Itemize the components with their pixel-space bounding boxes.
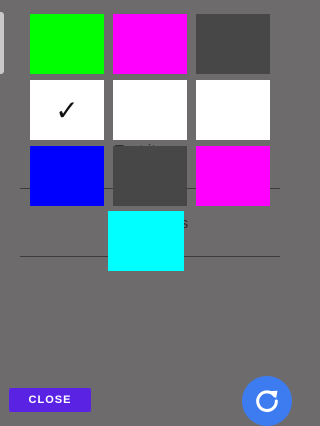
color-swatch-dark-gray[interactable] (113, 146, 187, 206)
refresh-button[interactable] (242, 376, 292, 426)
side-panel-handle[interactable] (0, 12, 4, 74)
color-swatch-cyan[interactable] (108, 211, 184, 271)
refresh-icon (256, 390, 278, 413)
color-swatch-blue[interactable] (30, 146, 104, 206)
close-button[interactable]: CLOSE (9, 388, 91, 412)
color-swatch-magenta[interactable] (113, 14, 187, 74)
color-swatch-magenta[interactable] (196, 146, 270, 206)
color-swatch-dark-gray[interactable] (196, 14, 270, 74)
color-swatch-green[interactable] (30, 14, 104, 74)
color-swatch-white[interactable] (196, 80, 270, 140)
color-swatch-white[interactable] (113, 80, 187, 140)
checkmark-icon: ✓ (55, 93, 79, 127)
color-swatch-white-selected[interactable]: ✓ (30, 80, 104, 140)
